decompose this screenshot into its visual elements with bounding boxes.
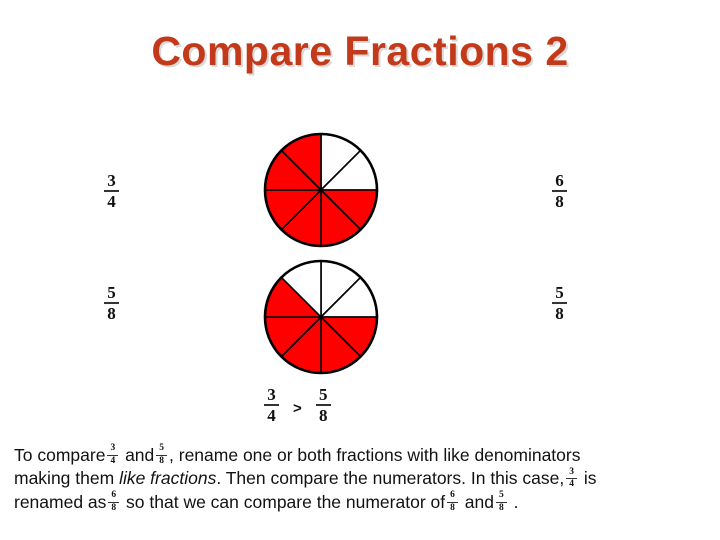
text-segment: is bbox=[583, 468, 597, 489]
explanation-line-3: renamed as 6 8 so that we can compare the … bbox=[14, 491, 714, 514]
fraction-denominator: 4 bbox=[267, 406, 276, 425]
pie-chart-bottom bbox=[262, 258, 380, 381]
inline-fraction: 34 bbox=[566, 466, 577, 490]
text-segment: making them bbox=[14, 468, 115, 489]
fraction-denominator: 8 bbox=[107, 304, 116, 323]
explanation-line-2: making them like fractions. Then compare… bbox=[14, 467, 714, 490]
page-title: Compare Fractions 2 bbox=[151, 28, 569, 74]
fraction-numerator: 3 bbox=[110, 443, 116, 454]
fraction-numerator: 3 bbox=[107, 171, 116, 190]
fraction-numerator: 6 bbox=[555, 171, 564, 190]
comparison-row: 3 4 > 5 8 bbox=[264, 386, 331, 424]
fraction-numerator: 6 bbox=[111, 490, 117, 501]
fraction-denominator: 8 bbox=[111, 502, 117, 513]
explanation-line-1: To compare 3 4 and 5 8, rename one or both f… bbox=[14, 444, 714, 467]
inline-fraction: 68 bbox=[447, 491, 458, 513]
fraction-numerator: 5 bbox=[319, 385, 328, 404]
emphasis-like-fractions: like fractions bbox=[119, 468, 217, 489]
inline-fraction: 58 bbox=[156, 443, 168, 466]
fraction-numerator: 5 bbox=[159, 443, 165, 454]
fraction-numerator: 5 bbox=[555, 283, 564, 302]
comparison-right-fraction: 5 8 bbox=[315, 385, 331, 425]
comparison-operator: > bbox=[293, 399, 302, 417]
fraction-numerator: 6 bbox=[450, 490, 455, 501]
text-segment: . bbox=[513, 491, 519, 512]
fraction-denominator: 8 bbox=[555, 304, 564, 323]
pie-chart-bottom-svg bbox=[263, 259, 379, 375]
pie-chart-top-svg bbox=[263, 132, 379, 248]
fraction-numerator: 3 bbox=[569, 466, 574, 477]
fraction-denominator: 8 bbox=[555, 192, 564, 211]
fraction-label-bottom-right: 5 8 bbox=[552, 284, 567, 322]
inline-fraction: 68 bbox=[108, 490, 120, 513]
fraction-label-top-left: 3 4 bbox=[104, 172, 119, 210]
text-segment: , rename one or both fractions with like… bbox=[169, 445, 581, 465]
explanation-text: To compare 3 4 and 5 8, rename one or both f… bbox=[14, 444, 714, 514]
fraction-numerator: 5 bbox=[107, 283, 116, 302]
fraction-denominator: 4 bbox=[569, 479, 574, 490]
fraction-numerator: 5 bbox=[498, 490, 504, 501]
text-segment: . Then compare the numerators. In this c… bbox=[216, 468, 565, 489]
fraction-denominator: 8 bbox=[319, 406, 328, 425]
fraction-label-bottom-left: 5 8 bbox=[104, 284, 119, 322]
fraction-denominator: 4 bbox=[107, 192, 116, 211]
inline-fraction: 34 bbox=[107, 443, 119, 466]
fraction-label-top-right: 6 8 bbox=[552, 172, 567, 210]
fraction-numerator: 3 bbox=[267, 385, 276, 404]
text-segment: so that we can compare the numerator of bbox=[126, 491, 446, 512]
text-segment: and bbox=[125, 445, 155, 465]
fraction-denominator: 4 bbox=[110, 455, 116, 466]
text-segment: and bbox=[464, 491, 494, 512]
fraction-denominator: 8 bbox=[159, 455, 165, 466]
fraction-denominator: 8 bbox=[450, 502, 455, 513]
comparison-left-fraction: 3 4 bbox=[264, 386, 279, 424]
text-segment: To compare bbox=[14, 445, 106, 465]
inline-fraction: 58 bbox=[495, 490, 507, 513]
text-segment: renamed as bbox=[14, 491, 107, 512]
fraction-denominator: 8 bbox=[498, 502, 504, 513]
pie-chart-top bbox=[262, 131, 380, 254]
